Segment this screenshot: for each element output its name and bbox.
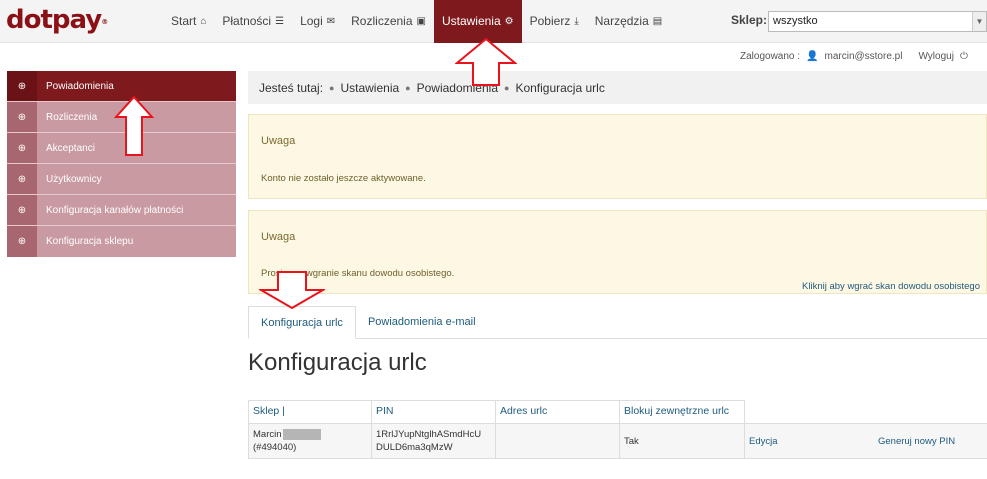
logo-text: dotpay (6, 5, 102, 35)
nav-platnosci[interactable]: Płatności ☰ (214, 0, 292, 43)
cell-pin: 1RrlJYupNtglhASmdHcU DULD6ma3qMzW (372, 424, 496, 458)
nav-pobierz-label: Pobierz (529, 14, 571, 28)
logo-registered-mark: ® (101, 18, 108, 26)
edit-link[interactable]: Edycja (745, 424, 874, 458)
nav-narzedzia-label: Narzędzia (594, 14, 649, 28)
money-icon: ▣ (416, 16, 426, 27)
user-icon: 👤 (806, 51, 819, 62)
tab-powiadomienia-email[interactable]: Powiadomienia e-mail (356, 306, 488, 339)
pin-line-1: 1RrlJYupNtglhASmdHcU (376, 429, 482, 440)
generate-pin-link[interactable]: Generuj nowy PIN (874, 424, 987, 458)
table-row: Marcin (#494040) 1RrlJYupNtglhASmdHcU DU… (248, 423, 987, 459)
alert-account-inactive: Uwaga Konto nie zostało jeszcze aktywowa… (248, 114, 987, 199)
nav-start[interactable]: Start ⌂ (163, 0, 214, 43)
sidebar-item-konfiguracja-sklepu[interactable]: ⊕ Konfiguracja sklepu (7, 226, 236, 257)
shop-select[interactable]: wszystko ▼ (768, 11, 987, 32)
tab-konfiguracja-urlc[interactable]: Konfiguracja urlc (248, 306, 356, 339)
chevron-right-icon: ● (329, 82, 335, 93)
alert-id-scan: Uwaga Prosimy o wgranie skanu dowodu oso… (248, 210, 987, 294)
envelope-icon: ✉ (326, 16, 336, 27)
logout-link[interactable]: Wyloguj (918, 51, 953, 62)
circle-arrow-icon: ⊕ (17, 236, 27, 247)
chevron-down-icon[interactable]: ▼ (972, 12, 986, 31)
circle-arrow-icon: ⊕ (17, 204, 27, 216)
pin-line-2: DULD6ma3qMzW (376, 442, 453, 453)
redacted-box (282, 428, 321, 440)
shop-name: Marcin (253, 429, 282, 440)
circle-arrow-icon: ⊕ (17, 80, 27, 92)
breadcrumb: Jesteś tutaj: ● Ustawienia ● Powiadomien… (248, 71, 987, 104)
sidebar-item-label: Konfiguracja kanałów płatności (46, 204, 184, 216)
annotation-arrow-up-nav (455, 37, 517, 86)
circle-arrow-icon: ⊕ (17, 111, 27, 123)
circle-arrow-icon: ⊕ (17, 142, 27, 154)
shop-label: Sklep: (731, 13, 768, 27)
urlc-table: Sklep | PIN Adres urlc Blokuj zewnętrzne… (248, 400, 987, 459)
tabs: Konfiguracja urlc Powiadomienia e-mail (248, 306, 987, 339)
user-email: marcin@sstore.pl (824, 51, 903, 62)
nav-platnosci-label: Płatności (222, 14, 272, 28)
logged-in-label: Zalogowano : (740, 51, 801, 62)
alert-text: Konto nie zostało jeszcze aktywowane. (261, 173, 426, 184)
nav-narzedzia[interactable]: Narzędzia ▤ (587, 0, 670, 43)
list-icon: ☰ (275, 16, 285, 27)
column-header-blokuj[interactable]: Blokuj zewnętrzne urlc (620, 400, 745, 423)
column-header-adres-urlc[interactable]: Adres urlc (496, 400, 620, 423)
chevron-right-icon: ● (405, 82, 411, 93)
cell-shop: Marcin (#494040) (248, 424, 372, 458)
alert-title: Uwaga (261, 135, 296, 147)
home-icon: ⌂ (200, 16, 207, 27)
main-menu: Start ⌂ Płatności ☰ Logi ✉ Rozliczenia ▣… (163, 0, 670, 43)
nav-rozliczenia-label: Rozliczenia (351, 14, 413, 28)
column-header-sklep[interactable]: Sklep | (248, 400, 372, 423)
nav-logi[interactable]: Logi ✉ (292, 0, 343, 43)
sidebar-item-uzytkownicy[interactable]: ⊕ Użytkownicy (7, 164, 236, 195)
sidebar-item-label: Użytkownicy (46, 173, 102, 185)
upload-id-scan-link[interactable]: Kliknij aby wgrać skan dowodu osobistego (802, 281, 980, 292)
alert-title: Uwaga (261, 231, 296, 243)
table-header: Sklep | PIN Adres urlc Blokuj zewnętrzne… (248, 400, 987, 423)
breadcrumb-current: Konfiguracja urlc (515, 80, 605, 95)
shop-id: (#494040) (253, 442, 297, 453)
sidebar-item-label: Konfiguracja sklepu (46, 236, 134, 247)
briefcase-icon: ▤ (652, 16, 663, 27)
nav-rozliczenia[interactable]: Rozliczenia ▣ (343, 0, 434, 43)
column-header-pin[interactable]: PIN (372, 400, 496, 423)
annotation-arrow-up-sidebar (114, 95, 154, 156)
breadcrumb-ustawienia[interactable]: Ustawienia (340, 81, 399, 95)
nav-pobierz[interactable]: Pobierz ⤓ (522, 0, 587, 43)
circle-arrow-icon: ⊕ (17, 173, 27, 185)
nav-start-label: Start (171, 14, 197, 28)
shop-select-value: wszystko (773, 15, 818, 27)
user-bar: Zalogowano : 👤 marcin@sstore.pl Wyloguj … (740, 51, 968, 62)
dotpay-logo[interactable]: dotpay® (6, 5, 108, 35)
cell-urlc (496, 424, 620, 458)
download-icon: ⤓ (574, 16, 579, 27)
power-icon[interactable]: ⏻ (960, 51, 968, 62)
breadcrumb-prefix: Jesteś tutaj: (259, 80, 324, 95)
nav-logi-label: Logi (300, 14, 323, 28)
annotation-arrow-down-tab (259, 271, 325, 310)
page-title: Konfiguracja urlc (248, 349, 427, 376)
sidebar-item-konfiguracja-kanalow[interactable]: ⊕ Konfiguracja kanałów płatności (7, 195, 236, 226)
cell-block: Tak (620, 424, 745, 458)
